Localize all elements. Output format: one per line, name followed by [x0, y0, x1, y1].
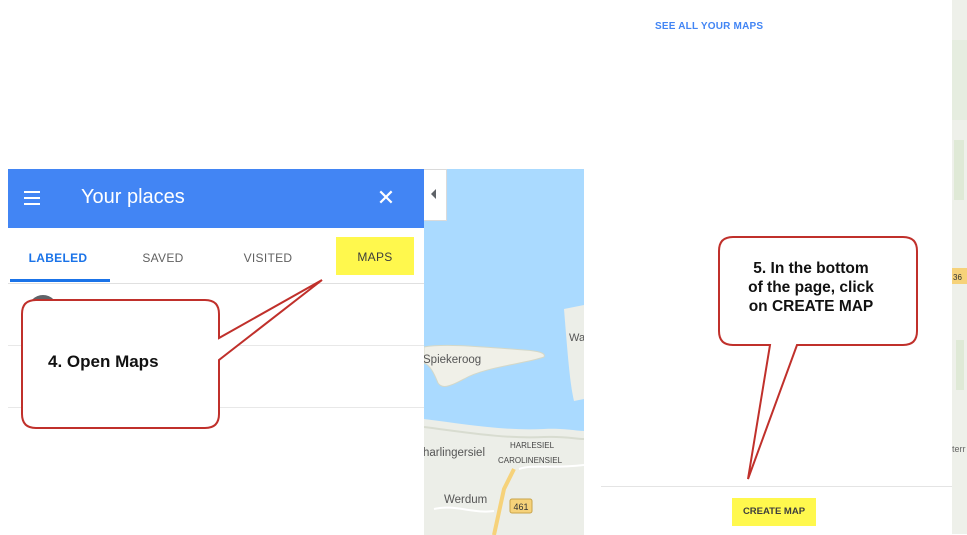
map-strip-canvas: 36 terr — [952, 0, 967, 534]
road-badge-label: 461 — [513, 502, 528, 512]
map-label-spiekeroog: Spiekeroog — [424, 354, 481, 366]
collapse-panel-button[interactable] — [424, 169, 447, 221]
create-map-button[interactable]: CREATE MAP — [732, 498, 816, 526]
map-label-harlesiel: HARLESIEL — [510, 441, 555, 450]
map-view[interactable]: 461 Spiekeroog Wa harlingersiel HARLESIE… — [424, 169, 584, 535]
panel-title: Your places — [81, 186, 185, 208]
active-tab-indicator — [10, 279, 110, 282]
map-label-werdum: Werdum — [444, 494, 487, 506]
map-strip-label: 36 — [953, 273, 962, 282]
see-all-maps-link[interactable]: SEE ALL YOUR MAPS — [655, 21, 763, 32]
map-label-carolinensiel: CAROLINENSIEL — [498, 456, 563, 465]
hamburger-menu-icon[interactable] — [22, 188, 44, 208]
tab-labeled[interactable]: LABELED — [8, 228, 108, 283]
callout-line: on CREATE MAP — [748, 298, 874, 315]
east-landmass — [564, 305, 584, 401]
map-label-wa: Wa — [569, 332, 584, 344]
places-tabs: LABELED SAVED VISITED MAPS — [8, 228, 424, 284]
tab-maps[interactable]: MAPS — [336, 237, 414, 275]
list-divider — [8, 407, 424, 408]
map-view-right[interactable]: 36 terr — [952, 0, 967, 534]
chevron-left-icon — [431, 189, 436, 199]
map-label-harlingersiel: harlingersiel — [424, 447, 485, 459]
map-strip-label: terr — [952, 444, 966, 454]
map-canvas: 461 Spiekeroog Wa harlingersiel HARLESIE… — [424, 305, 584, 535]
callout-line: of the page, click — [748, 279, 874, 296]
callout-create-map-text: 5. In the bottom of the page, click on C… — [720, 259, 902, 316]
callout-line: 5. In the bottom — [753, 260, 869, 277]
list-item-avatar — [28, 295, 58, 325]
tab-saved[interactable]: SAVED — [123, 228, 203, 283]
callout-open-maps-text: 4. Open Maps — [48, 352, 159, 371]
close-icon[interactable]: ✕ — [374, 184, 398, 212]
panel-header: Your places ✕ — [8, 169, 424, 228]
tab-visited[interactable]: VISITED — [228, 228, 308, 283]
list-divider — [8, 345, 424, 346]
bottom-divider — [601, 486, 952, 487]
